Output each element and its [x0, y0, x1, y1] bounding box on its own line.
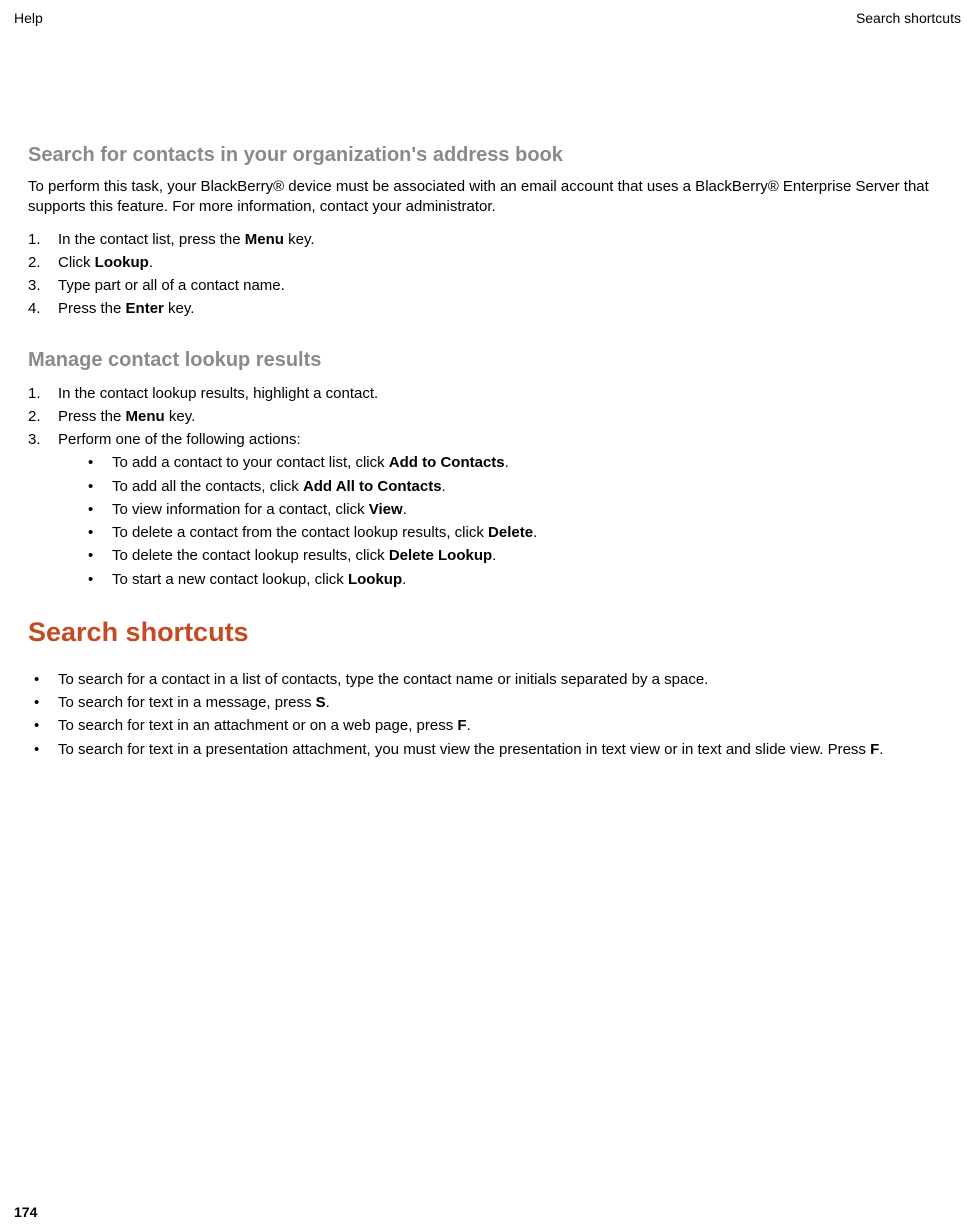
- bullet-item: To search for text in a presentation att…: [28, 738, 947, 761]
- bullet-item: To delete a contact from the contact loo…: [88, 521, 947, 544]
- step-item: Press the Menu key.: [28, 405, 947, 428]
- header-right: Search shortcuts: [856, 10, 961, 26]
- step-item: Perform one of the following actions: To…: [28, 428, 947, 591]
- bullet-item: To view information for a contact, click…: [88, 498, 947, 521]
- bullet-item: To start a new contact lookup, click Loo…: [88, 568, 947, 591]
- bullet-item: To search for text in a message, press S…: [28, 691, 947, 714]
- bullet-item: To delete the contact lookup results, cl…: [88, 544, 947, 567]
- shortcut-bullets: To search for a contact in a list of con…: [28, 668, 947, 761]
- bullet-item: To search for a contact in a list of con…: [28, 668, 947, 691]
- bullet-item: To add all the contacts, click Add All t…: [88, 475, 947, 498]
- step-item: Click Lookup.: [28, 251, 947, 274]
- bullet-item: To add a contact to your contact list, c…: [88, 451, 947, 474]
- steps-manage-lookup: In the contact lookup results, highlight…: [28, 382, 947, 591]
- bullet-item: To search for text in an attachment or o…: [28, 714, 947, 737]
- page-content: Search for contacts in your organization…: [0, 144, 975, 761]
- step-item: In the contact list, press the Menu key.: [28, 228, 947, 251]
- heading-search-contacts: Search for contacts in your organization…: [28, 144, 947, 167]
- step-item: In the contact lookup results, highlight…: [28, 382, 947, 405]
- intro-paragraph: To perform this task, your BlackBerry® d…: [28, 177, 947, 218]
- heading-search-shortcuts: Search shortcuts: [28, 617, 947, 648]
- action-bullets: To add a contact to your contact list, c…: [88, 451, 947, 591]
- step-item: Type part or all of a contact name.: [28, 274, 947, 297]
- page-number: 174: [14, 1204, 37, 1220]
- step-item: Press the Enter key.: [28, 297, 947, 320]
- header-left: Help: [14, 10, 43, 26]
- heading-manage-lookup: Manage contact lookup results: [28, 349, 947, 372]
- page-header: Help Search shortcuts: [0, 0, 975, 26]
- steps-search-contacts: In the contact list, press the Menu key.…: [28, 228, 947, 321]
